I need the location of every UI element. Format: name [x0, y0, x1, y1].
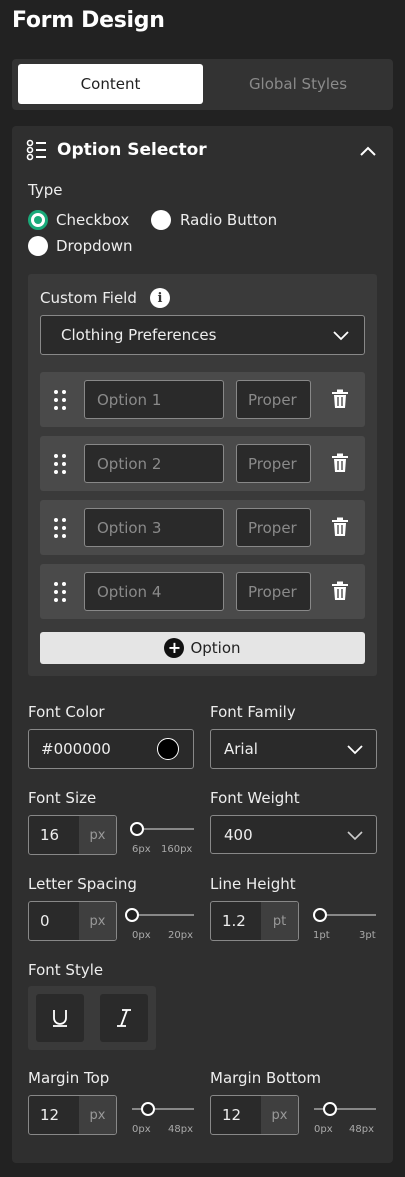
property-input[interactable]: Proper	[236, 444, 311, 483]
chevron-down-icon	[347, 745, 363, 755]
italic-icon	[117, 1009, 131, 1027]
margin-top-label: Margin Top	[28, 1069, 110, 1087]
letter-spacing-max: 20px	[168, 930, 193, 941]
chevron-up-icon[interactable]	[358, 141, 378, 161]
font-color-value: #000000	[41, 740, 111, 758]
option-input[interactable]: Option 3	[84, 508, 224, 547]
trash-icon[interactable]	[331, 517, 349, 537]
font-size-value: 16	[40, 826, 60, 844]
font-family-label: Font Family	[210, 703, 296, 721]
font-style-group	[28, 986, 156, 1050]
add-option-button[interactable]: + Option	[40, 632, 365, 664]
font-size-max: 160px	[161, 844, 193, 855]
font-family-value: Arial	[224, 740, 258, 758]
property-input[interactable]: Proper	[236, 572, 311, 611]
font-color-label: Font Color	[28, 703, 105, 721]
font-style-label: Font Style	[28, 961, 104, 979]
trash-icon[interactable]	[331, 453, 349, 473]
line-height-slider-thumb[interactable]	[313, 908, 327, 922]
font-size-slider-thumb[interactable]	[130, 822, 144, 836]
drag-handle-icon[interactable]	[53, 581, 67, 603]
radio-dropdown-label: Dropdown	[56, 237, 133, 255]
line-height-unit: pt	[261, 902, 298, 940]
margin-bottom-label: Margin Bottom	[210, 1069, 322, 1087]
chevron-down-icon	[333, 331, 349, 341]
font-size-min: 6px	[132, 844, 151, 855]
option-row: Option 1 Proper	[40, 372, 365, 427]
info-icon[interactable]: i	[150, 288, 170, 308]
radio-radio-button-label: Radio Button	[180, 211, 278, 229]
type-label: Type	[28, 181, 63, 199]
drag-handle-icon[interactable]	[53, 517, 67, 539]
line-height-input[interactable]: 1.2 pt	[210, 901, 299, 941]
line-height-value: 1.2	[222, 912, 246, 930]
add-option-label: Option	[190, 639, 241, 657]
letter-spacing-input[interactable]: 0 px	[28, 901, 117, 941]
margin-bottom-slider-thumb[interactable]	[323, 1102, 337, 1116]
trash-icon[interactable]	[331, 389, 349, 409]
tab-global-styles[interactable]: Global Styles	[209, 64, 387, 104]
letter-spacing-unit: px	[79, 902, 116, 940]
font-size-unit: px	[79, 816, 116, 854]
margin-top-unit: px	[79, 1096, 116, 1134]
font-weight-value: 400	[224, 825, 253, 844]
drag-handle-icon[interactable]	[53, 453, 67, 475]
letter-spacing-slider[interactable]	[132, 914, 194, 916]
letter-spacing-value: 0	[40, 912, 50, 930]
custom-field-label: Custom Field	[40, 289, 137, 307]
tab-content[interactable]: Content	[18, 64, 203, 104]
letter-spacing-slider-thumb[interactable]	[125, 908, 139, 922]
underline-icon	[53, 1010, 67, 1027]
line-height-label: Line Height	[210, 875, 296, 893]
option-input[interactable]: Option 1	[84, 380, 224, 419]
margin-bottom-input[interactable]: 12 px	[210, 1095, 299, 1135]
option-row: Option 4 Proper	[40, 564, 365, 619]
line-height-max: 3pt	[359, 930, 376, 941]
option-input[interactable]: Option 2	[84, 444, 224, 483]
chevron-down-icon	[347, 830, 363, 840]
margin-top-value: 12	[40, 1106, 60, 1124]
option-row: Option 2 Proper	[40, 436, 365, 491]
property-input[interactable]: Proper	[236, 508, 311, 547]
drag-handle-icon[interactable]	[53, 389, 67, 411]
font-weight-label: Font Weight	[210, 789, 300, 807]
font-color-input[interactable]: #000000	[28, 729, 194, 769]
line-height-min: 1pt	[313, 930, 330, 941]
property-input[interactable]: Proper	[236, 380, 311, 419]
font-size-label: Font Size	[28, 789, 97, 807]
tab-bar: Content Global Styles	[12, 59, 393, 110]
color-swatch[interactable]	[157, 738, 179, 760]
letter-spacing-label: Letter Spacing	[28, 875, 137, 893]
section-title: Option Selector	[57, 140, 207, 160]
margin-top-max: 48px	[168, 1124, 193, 1135]
radio-dropdown[interactable]	[28, 236, 48, 256]
page-title: Form Design	[12, 8, 165, 33]
option-row: Option 3 Proper	[40, 500, 365, 555]
margin-bottom-max: 48px	[349, 1124, 374, 1135]
trash-icon[interactable]	[331, 581, 349, 601]
margin-bottom-unit: px	[261, 1096, 298, 1134]
radio-checkbox-label: Checkbox	[56, 211, 130, 229]
margin-top-min: 0px	[132, 1124, 151, 1135]
font-size-input[interactable]: 16 px	[28, 815, 117, 855]
margin-bottom-value: 12	[222, 1106, 242, 1124]
radio-radio-button[interactable]	[151, 210, 171, 230]
plus-circle-icon: +	[164, 638, 185, 658]
margin-bottom-min: 0px	[314, 1124, 333, 1135]
underline-button[interactable]	[36, 994, 84, 1042]
font-weight-select[interactable]: 400	[210, 815, 377, 854]
italic-button[interactable]	[100, 994, 148, 1042]
font-family-select[interactable]: Arial	[210, 729, 377, 769]
custom-field-select[interactable]: Clothing Preferences	[40, 315, 365, 355]
letter-spacing-min: 0px	[132, 930, 151, 941]
radio-checkbox[interactable]	[28, 210, 48, 230]
list-icon	[26, 139, 46, 161]
margin-top-input[interactable]: 12 px	[28, 1095, 117, 1135]
custom-field-selected: Clothing Preferences	[61, 326, 217, 344]
margin-top-slider-thumb[interactable]	[141, 1102, 155, 1116]
option-input[interactable]: Option 4	[84, 572, 224, 611]
